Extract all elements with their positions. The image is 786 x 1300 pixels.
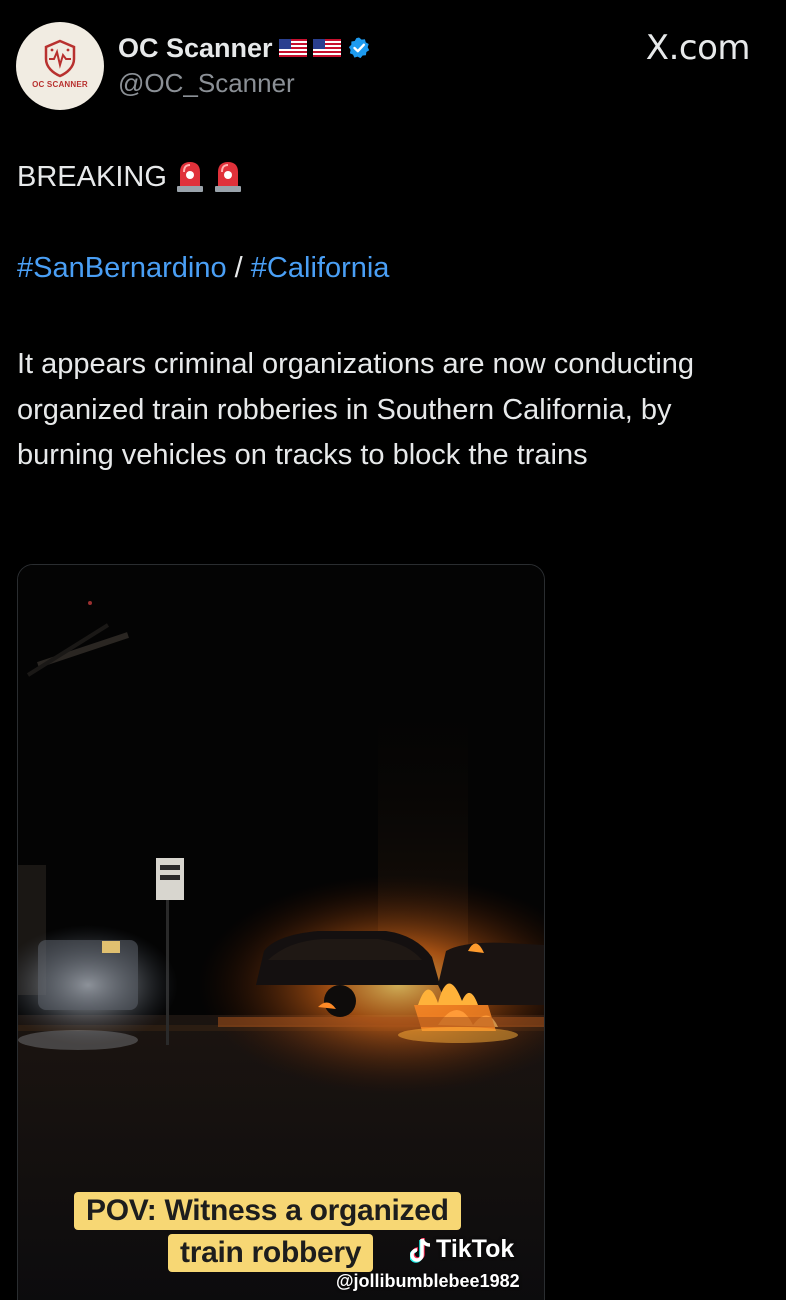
tiktok-label: TikTok	[436, 1235, 515, 1263]
headline-text: BREAKING	[17, 160, 167, 193]
verified-badge-icon	[348, 37, 369, 59]
hashtag-link[interactable]: #California	[251, 252, 390, 284]
post-text: It appears criminal organizations are no…	[17, 348, 695, 471]
video-thumbnail[interactable]: POV: Witness a organized train robbery T…	[17, 564, 545, 1300]
author-handle[interactable]: @OC_Scanner	[118, 68, 295, 99]
avatar-logo-subtext	[60, 90, 61, 94]
us-flag-icon	[278, 39, 307, 57]
burning-car-scene	[18, 565, 544, 1300]
hashtag-separator: /	[235, 252, 251, 284]
author-name-row: OC Scanner	[118, 30, 371, 66]
avatar[interactable]: OC SCANNER	[16, 22, 104, 110]
brand-logo: X.com	[645, 28, 751, 68]
post-screenshot: OC SCANNER OC Scanner @OC_Scanner X.com …	[0, 0, 786, 1300]
siren-icon	[176, 162, 203, 192]
author-display-name[interactable]: OC Scanner	[118, 33, 273, 64]
tiktok-watermark: TikTok	[410, 1235, 514, 1264]
hashtag-link[interactable]: #SanBernardino	[17, 252, 227, 284]
video-caption-line1: POV: Witness a organized	[74, 1192, 461, 1230]
shield-logo-icon	[44, 39, 76, 78]
avatar-logo-text: OC SCANNER	[32, 80, 88, 89]
video-caption-line2: train robbery	[168, 1234, 374, 1272]
separator-text: /	[234, 252, 243, 284]
tiktok-username: @jollibumblebee1982	[336, 1271, 520, 1291]
us-flag-icon	[312, 39, 341, 57]
tiktok-logo-icon	[410, 1237, 431, 1263]
siren-icon	[214, 162, 241, 192]
headline-row: BREAKING	[17, 160, 243, 194]
hashtags-row: #SanBernardino / #California	[17, 252, 389, 285]
